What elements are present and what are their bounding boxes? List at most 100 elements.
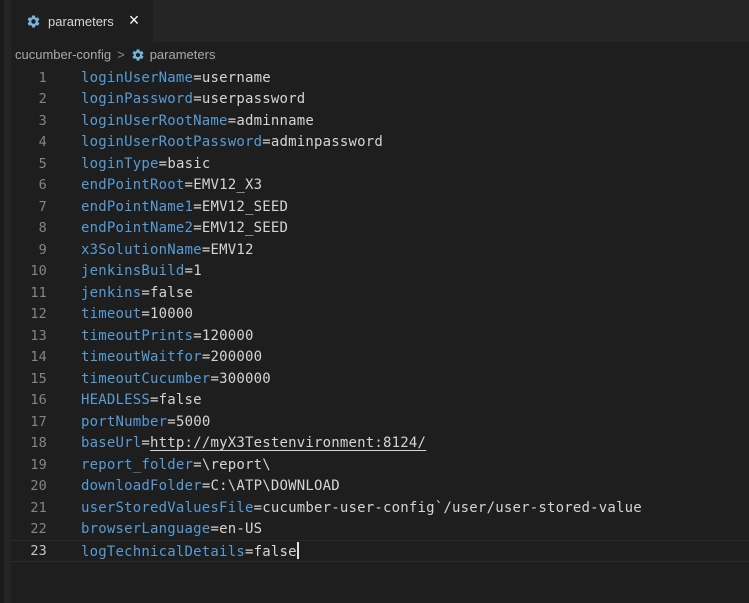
code-text: userStoredValuesFile=cucumber-user-confi… — [81, 500, 642, 516]
code-value: cucumber-user-config`/user/user-stored-v… — [262, 500, 642, 516]
code-text: timeoutPrints=120000 — [81, 328, 254, 344]
code-text: jenkinsBuild=1 — [81, 263, 202, 279]
breadcrumb-file[interactable]: parameters — [131, 47, 216, 62]
code-line[interactable]: 3 loginUserRootName=adminname — [11, 110, 749, 132]
code-text: loginPassword=userpassword — [81, 91, 305, 107]
line-number: 8 — [11, 220, 47, 236]
code-value: 300000 — [219, 371, 271, 387]
code-value: \report\ — [202, 457, 271, 473]
code-line[interactable]: 23 logTechnicalDetails=false — [11, 540, 749, 562]
line-number: 2 — [11, 91, 47, 107]
line-number: 9 — [11, 242, 47, 258]
line-number: 23 — [11, 543, 47, 559]
code-text: report_folder=\report\ — [81, 457, 271, 473]
code-value: 1 — [193, 263, 202, 279]
gear-icon — [26, 14, 41, 29]
code-line[interactable]: 21 userStoredValuesFile=cucumber-user-co… — [11, 497, 749, 519]
code-text: loginType=basic — [81, 156, 210, 172]
tab-bar: parameters × — [11, 0, 749, 42]
code-line[interactable]: 16 HEADLESS=false — [11, 390, 749, 412]
code-eq: = — [254, 500, 263, 516]
code-line[interactable]: 7 endPointName1=EMV12_SEED — [11, 196, 749, 218]
code-text: baseUrl=http://myX3Testenvironment:8124/ — [81, 435, 426, 451]
code-eq: = — [150, 392, 159, 408]
code-text: timeoutWaitfor=200000 — [81, 349, 262, 365]
code-key: browserLanguage — [81, 521, 210, 537]
code-eq: = — [193, 70, 202, 86]
line-number: 4 — [11, 134, 47, 150]
code-text: x3SolutionName=EMV12 — [81, 242, 254, 258]
code-text: endPointRoot=EMV12_X3 — [81, 177, 262, 193]
code-eq: = — [210, 521, 219, 537]
code-key: logTechnicalDetails — [81, 544, 245, 560]
code-line[interactable]: 8 endPointName2=EMV12_SEED — [11, 218, 749, 240]
breadcrumb: cucumber-config > parameters — [11, 42, 749, 67]
code-value: 5000 — [176, 414, 211, 430]
code-eq: = — [141, 435, 150, 451]
code-eq: = — [193, 328, 202, 344]
code-eq: = — [141, 306, 150, 322]
sidebar-edge — [0, 0, 11, 603]
tab-label: parameters — [48, 14, 114, 29]
code-editor[interactable]: 1 loginUserName=username 2 loginPassword… — [11, 67, 749, 603]
code-key: endPointRoot — [81, 177, 185, 193]
close-icon[interactable]: × — [125, 12, 143, 30]
code-line[interactable]: 15 timeoutCucumber=300000 — [11, 368, 749, 390]
line-number: 16 — [11, 392, 47, 408]
code-line[interactable]: 6 endPointRoot=EMV12_X3 — [11, 175, 749, 197]
code-line[interactable]: 20 downloadFolder=C:\ATP\DOWNLOAD — [11, 476, 749, 498]
code-value: EMV12_X3 — [193, 177, 262, 193]
code-line[interactable]: 4 loginUserRootPassword=adminpassword — [11, 132, 749, 154]
code-value: 10000 — [150, 306, 193, 322]
code-line[interactable]: 10 jenkinsBuild=1 — [11, 261, 749, 283]
line-number: 5 — [11, 156, 47, 172]
code-line[interactable]: 13 timeoutPrints=120000 — [11, 325, 749, 347]
line-number: 13 — [11, 328, 47, 344]
code-text: loginUserRootPassword=adminpassword — [81, 134, 383, 150]
code-line[interactable]: 2 loginPassword=userpassword — [11, 89, 749, 111]
line-number: 12 — [11, 306, 47, 322]
code-value: en-US — [219, 521, 262, 537]
code-line[interactable]: 1 loginUserName=username — [11, 67, 749, 89]
code-line[interactable]: 22 browserLanguage=en-US — [11, 519, 749, 541]
tab-parameters[interactable]: parameters × — [11, 0, 153, 42]
code-key: loginUserName — [81, 70, 193, 86]
code-key: downloadFolder — [81, 478, 202, 494]
code-value: EMV12_SEED — [202, 199, 288, 215]
breadcrumb-folder[interactable]: cucumber-config — [15, 47, 111, 62]
line-number: 1 — [11, 70, 47, 86]
code-line[interactable]: 5 loginType=basic — [11, 153, 749, 175]
code-key: report_folder — [81, 457, 193, 473]
code-key: portNumber — [81, 414, 167, 430]
code-text: downloadFolder=C:\ATP\DOWNLOAD — [81, 478, 340, 494]
code-line[interactable]: 14 timeoutWaitfor=200000 — [11, 347, 749, 369]
code-value: EMV12 — [210, 242, 253, 258]
line-number: 3 — [11, 113, 47, 129]
gear-icon — [131, 48, 145, 62]
code-line[interactable]: 11 jenkins=false — [11, 282, 749, 304]
code-value: basic — [167, 156, 210, 172]
code-key: endPointName1 — [81, 199, 193, 215]
code-text: endPointName1=EMV12_SEED — [81, 199, 288, 215]
code-value: adminpassword — [271, 134, 383, 150]
code-eq: = — [210, 371, 219, 387]
code-key: loginPassword — [81, 91, 193, 107]
code-text: browserLanguage=en-US — [81, 521, 262, 537]
code-line[interactable]: 18 baseUrl=http://myX3Testenvironment:81… — [11, 433, 749, 455]
code-line[interactable]: 12 timeout=10000 — [11, 304, 749, 326]
code-key: jenkins — [81, 285, 141, 301]
code-key: baseUrl — [81, 435, 141, 451]
code-line[interactable]: 17 portNumber=5000 — [11, 411, 749, 433]
code-line[interactable]: 19 report_folder=\report\ — [11, 454, 749, 476]
code-line[interactable]: 9 x3SolutionName=EMV12 — [11, 239, 749, 261]
code-eq: = — [193, 91, 202, 107]
code-value: userpassword — [202, 91, 306, 107]
line-number: 7 — [11, 199, 47, 215]
code-key: loginType — [81, 156, 159, 172]
code-key: timeout — [81, 306, 141, 322]
code-key: x3SolutionName — [81, 242, 202, 258]
code-key: HEADLESS — [81, 392, 150, 408]
code-text: timeout=10000 — [81, 306, 193, 322]
line-number: 19 — [11, 457, 47, 473]
code-key: loginUserRootPassword — [81, 134, 262, 150]
